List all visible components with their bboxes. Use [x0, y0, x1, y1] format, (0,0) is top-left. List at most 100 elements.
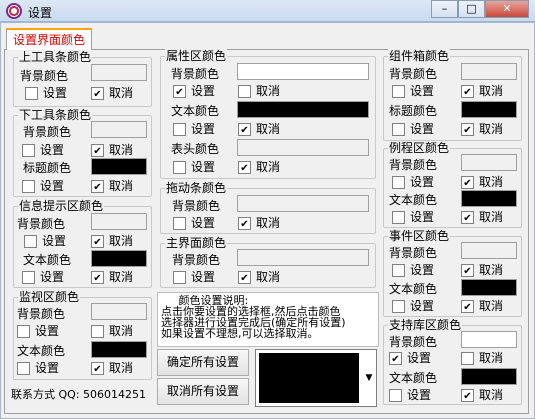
cancel-checkbox[interactable] [461, 264, 474, 277]
cancel-label: 取消 [479, 299, 504, 313]
text-color-swatch[interactable] [91, 250, 147, 267]
text-color-swatch[interactable] [237, 101, 369, 118]
set-checkbox[interactable] [173, 85, 186, 98]
set-checkbox[interactable] [17, 325, 30, 338]
chevron-down-icon[interactable]: ▼ [362, 351, 376, 405]
cancel-label: 取消 [109, 179, 134, 193]
cancel-checkbox[interactable] [91, 325, 104, 338]
maximize-button[interactable]: □ [458, 0, 485, 18]
bg-color-swatch[interactable] [461, 63, 517, 80]
set-checkbox[interactable] [25, 87, 38, 100]
cancel-label: 取消 [256, 270, 281, 284]
cancel-label: 取消 [479, 175, 504, 189]
cancel-checkbox[interactable] [461, 85, 474, 98]
set-checkbox[interactable] [392, 176, 405, 189]
bg-color-swatch[interactable] [91, 303, 147, 320]
set-checkbox[interactable] [389, 352, 402, 365]
set-checkbox[interactable] [173, 217, 186, 230]
bg-color-swatch[interactable] [461, 331, 517, 348]
set-checkbox[interactable] [392, 123, 405, 136]
confirm-all-button[interactable]: 确定所有设置 [157, 349, 249, 376]
bg-color-swatch[interactable] [461, 154, 517, 171]
app-icon [6, 3, 22, 19]
set-checkbox[interactable] [22, 180, 35, 193]
cancel-label: 取消 [479, 351, 504, 365]
cancel-checkbox[interactable] [238, 161, 251, 174]
set-label: 设置 [410, 263, 435, 277]
cancel-label: 取消 [256, 160, 281, 174]
set-label: 设置 [407, 388, 432, 402]
bg-color-label: 背景颜色 [17, 217, 66, 231]
set-checkbox[interactable] [392, 300, 405, 313]
set-checkbox[interactable] [173, 123, 186, 136]
cancel-checkbox[interactable] [238, 217, 251, 230]
cancel-checkbox[interactable] [238, 271, 251, 284]
cancel-checkbox[interactable] [91, 271, 104, 284]
color-preview [259, 353, 359, 403]
tab-set-ui-color[interactable]: 设置界面颜色 [6, 28, 93, 50]
bg-color-swatch[interactable] [237, 63, 369, 80]
text-color-label: 文本颜色 [389, 371, 438, 385]
set-checkbox[interactable] [389, 389, 402, 402]
cancel-label: 取消 [479, 388, 504, 402]
bg-color-swatch[interactable] [91, 121, 147, 138]
set-label: 设置 [410, 84, 435, 98]
cancel-all-button[interactable]: 取消所有设置 [157, 378, 249, 405]
set-checkbox[interactable] [392, 264, 405, 277]
cancel-checkbox[interactable] [91, 144, 104, 157]
bg-color-label: 背景颜色 [389, 158, 438, 172]
set-label: 设置 [191, 84, 216, 98]
cancel-checkbox[interactable] [238, 123, 251, 136]
cancel-checkbox[interactable] [461, 300, 474, 313]
text-color-swatch[interactable] [461, 279, 517, 296]
group-title: 例程区颜色 [388, 141, 451, 155]
minimize-button[interactable]: – [431, 0, 458, 18]
cancel-label: 取消 [256, 216, 281, 230]
header-color-swatch[interactable] [237, 139, 369, 156]
title-color-label: 标题颜色 [23, 161, 72, 175]
cancel-label: 取消 [479, 84, 504, 98]
set-label: 设置 [43, 86, 68, 100]
set-checkbox[interactable] [173, 161, 186, 174]
bg-color-swatch[interactable] [461, 242, 517, 259]
title-color-swatch[interactable] [91, 158, 147, 175]
set-label: 设置 [40, 270, 65, 284]
text-color-label: 文本颜色 [171, 104, 220, 118]
cancel-checkbox[interactable] [238, 85, 251, 98]
set-label: 设置 [35, 324, 60, 338]
group-title: 事件区颜色 [388, 229, 451, 243]
bg-color-swatch[interactable] [91, 64, 147, 81]
set-checkbox[interactable] [24, 235, 37, 248]
title-color-swatch[interactable] [461, 101, 517, 118]
window-title: 设置 [28, 6, 53, 20]
cancel-checkbox[interactable] [91, 180, 104, 193]
cancel-checkbox[interactable] [461, 123, 474, 136]
cancel-label: 取消 [479, 210, 504, 224]
cancel-checkbox[interactable] [461, 211, 474, 224]
bg-color-label: 背景颜色 [389, 335, 438, 349]
group-title: 属性区颜色 [165, 49, 228, 63]
cancel-checkbox[interactable] [91, 362, 104, 375]
cancel-checkbox[interactable] [461, 389, 474, 402]
set-checkbox[interactable] [173, 271, 186, 284]
set-checkbox[interactable] [17, 362, 30, 375]
bg-color-swatch[interactable] [91, 213, 147, 230]
cancel-label: 取消 [109, 270, 134, 284]
close-button[interactable]: ✕ [485, 0, 529, 18]
title-color-label: 标题颜色 [389, 104, 438, 118]
text-color-swatch[interactable] [461, 368, 517, 385]
bg-color-label: 背景颜色 [23, 125, 72, 139]
set-checkbox[interactable] [392, 85, 405, 98]
bg-color-swatch[interactable] [237, 195, 369, 212]
set-checkbox[interactable] [22, 271, 35, 284]
bg-color-swatch[interactable] [237, 249, 369, 266]
set-label: 设置 [410, 122, 435, 136]
cancel-checkbox[interactable] [91, 87, 104, 100]
cancel-checkbox[interactable] [461, 352, 474, 365]
text-color-swatch[interactable] [461, 190, 517, 207]
cancel-checkbox[interactable] [461, 176, 474, 189]
set-checkbox[interactable] [392, 211, 405, 224]
text-color-swatch[interactable] [91, 341, 147, 358]
set-checkbox[interactable] [22, 144, 35, 157]
cancel-checkbox[interactable] [91, 235, 104, 248]
